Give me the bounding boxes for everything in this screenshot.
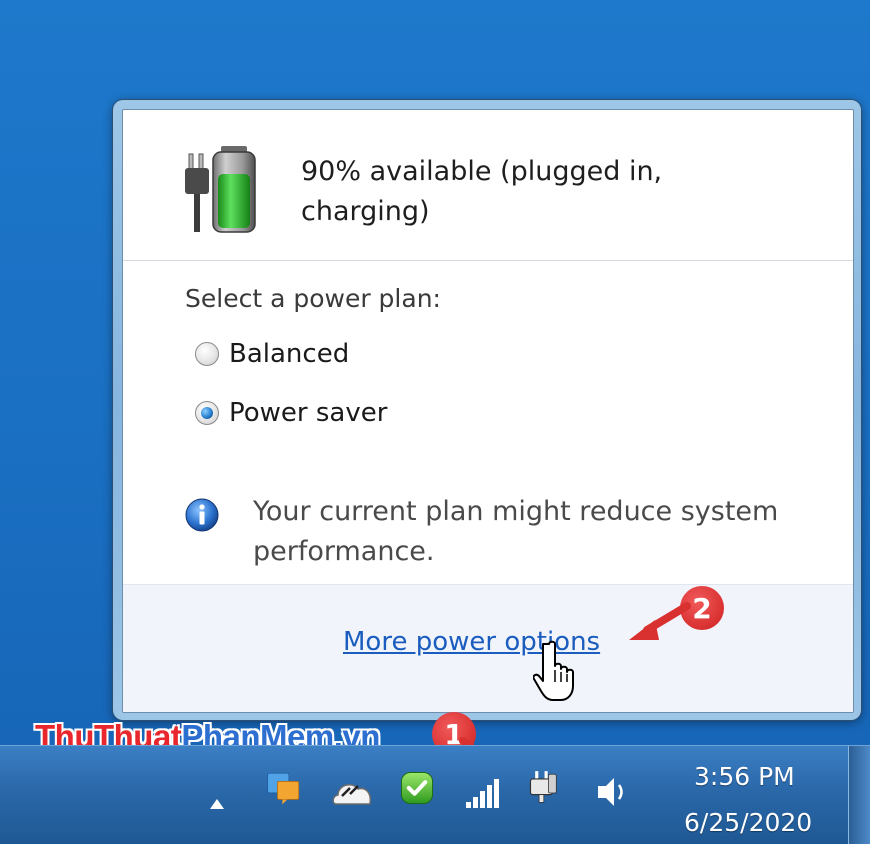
clock-time[interactable]: 3:56 PM <box>694 762 795 791</box>
battery-status-line2: charging) <box>301 196 430 227</box>
show-hidden-icons-arrow[interactable] <box>208 786 226 822</box>
power-plan-option-power-saver[interactable]: Power saver <box>195 393 387 433</box>
battery-status-section: 90% available (plugged in, charging) <box>123 110 853 260</box>
battery-status-line1: 90% available (plugged in, <box>301 156 663 187</box>
power-plug-icon[interactable] <box>524 768 562 804</box>
power-plan-option-balanced[interactable]: Balanced <box>195 334 349 374</box>
battery-charging-icon <box>185 146 256 233</box>
power-plan-label-balanced: Balanced <box>229 339 350 369</box>
annotation-arrow-2 <box>629 602 691 640</box>
power-plan-label-power-saver: Power saver <box>229 398 388 428</box>
radio-button-unselected[interactable] <box>195 342 219 366</box>
action-center-icon[interactable] <box>262 770 306 806</box>
radio-selected-dot <box>201 407 213 419</box>
battery-flyout: 90% available (plugged in, charging) Sel… <box>113 100 861 720</box>
plan-warning-line2: performance. <box>253 536 435 567</box>
hand-pointer-cursor-icon <box>533 640 574 701</box>
clock-date[interactable]: 6/25/2020 <box>684 808 812 837</box>
flyout-footer: More power options <box>123 584 853 712</box>
plan-warning-text: Your current plan might reduce system pe… <box>253 492 843 572</box>
volume-icon[interactable] <box>596 774 628 810</box>
info-icon <box>185 498 219 532</box>
plan-warning-line1: Your current plan might reduce system <box>253 496 779 527</box>
network-signal-icon[interactable] <box>464 776 500 812</box>
security-shield-icon[interactable] <box>395 770 439 806</box>
cloud-icon[interactable] <box>330 776 376 812</box>
show-desktop-button[interactable] <box>848 746 870 844</box>
power-plan-heading: Select a power plan: <box>185 284 441 313</box>
battery-status-text: 90% available (plugged in, charging) <box>301 152 731 232</box>
radio-button-selected[interactable] <box>195 401 219 425</box>
battery-flyout-panel: 90% available (plugged in, charging) Sel… <box>122 109 854 713</box>
section-divider <box>123 260 853 261</box>
taskbar: 3:56 PM 6/25/2020 <box>0 745 870 844</box>
